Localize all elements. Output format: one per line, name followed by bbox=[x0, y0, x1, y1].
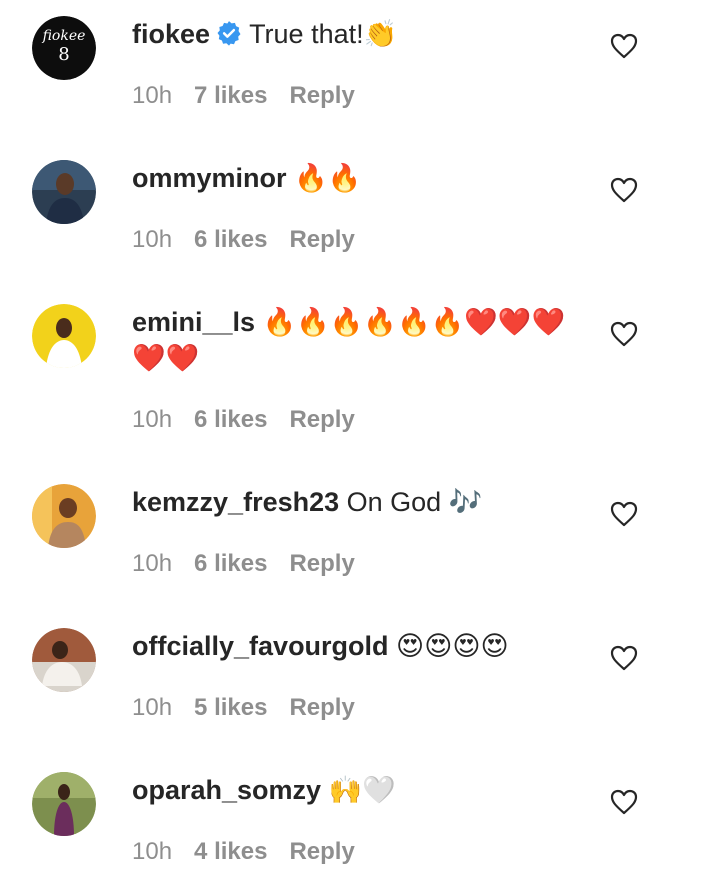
avatar[interactable] bbox=[32, 628, 96, 692]
reply-button[interactable]: Reply bbox=[289, 694, 354, 721]
timestamp: 10h bbox=[132, 838, 173, 865]
likes-count[interactable]: 5 likes bbox=[194, 694, 267, 721]
comment-body: kemzzy_fresh23 On God 🎶 bbox=[132, 484, 582, 520]
avatar[interactable] bbox=[32, 304, 96, 368]
svg-text:fiokee: fiokee bbox=[42, 28, 86, 44]
comment-body: oparah_somzy 🙌🤍 bbox=[132, 772, 582, 808]
avatar[interactable]: fiokee 8 bbox=[32, 16, 96, 80]
username[interactable]: emini__ls bbox=[132, 307, 255, 337]
timestamp: 10h bbox=[132, 550, 173, 577]
likes-count[interactable]: 4 likes bbox=[194, 838, 267, 865]
comment-meta: 10h 6 likes Reply bbox=[132, 550, 377, 578]
timestamp: 10h bbox=[132, 694, 173, 721]
comment-text: True that!👏 bbox=[249, 19, 398, 49]
avatar[interactable] bbox=[32, 484, 96, 548]
comment-text: 🔥🔥 bbox=[286, 163, 362, 193]
likes-count[interactable]: 7 likes bbox=[194, 82, 267, 109]
avatar[interactable] bbox=[32, 160, 96, 224]
comment-meta: 10h 5 likes Reply bbox=[132, 694, 377, 722]
comment-text: 🙌🤍 bbox=[321, 775, 396, 805]
reply-button[interactable]: Reply bbox=[289, 406, 354, 433]
heart-icon[interactable] bbox=[610, 177, 638, 203]
username[interactable]: kemzzy_fresh23 bbox=[132, 487, 339, 517]
comment-meta: 10h 4 likes Reply bbox=[132, 838, 377, 866]
comment-body: ommyminor 🔥🔥 bbox=[132, 160, 582, 196]
username[interactable]: offcially_favourgold bbox=[132, 631, 389, 661]
reply-button[interactable]: Reply bbox=[289, 838, 354, 865]
heart-icon[interactable] bbox=[610, 789, 638, 815]
comment-body: emini__ls 🔥🔥🔥🔥🔥🔥❤️❤️❤️❤️❤️ bbox=[132, 304, 582, 376]
heart-icon[interactable] bbox=[610, 645, 638, 671]
username[interactable]: fiokee bbox=[132, 19, 210, 49]
reply-button[interactable]: Reply bbox=[289, 226, 354, 253]
heart-icon[interactable] bbox=[610, 33, 638, 59]
username[interactable]: ommyminor bbox=[132, 163, 287, 193]
comment-text: 😍😍😍😍 bbox=[388, 631, 509, 661]
comment-body: fiokee True that!👏 bbox=[132, 16, 582, 52]
username[interactable]: oparah_somzy bbox=[132, 775, 321, 805]
heart-icon[interactable] bbox=[610, 501, 638, 527]
timestamp: 10h bbox=[132, 226, 173, 253]
likes-count[interactable]: 6 likes bbox=[194, 406, 267, 433]
svg-text:8: 8 bbox=[58, 44, 69, 65]
reply-button[interactable]: Reply bbox=[289, 82, 354, 109]
comment-meta: 10h 6 likes Reply bbox=[132, 406, 377, 434]
timestamp: 10h bbox=[132, 82, 173, 109]
likes-count[interactable]: 6 likes bbox=[194, 226, 267, 253]
reply-button[interactable]: Reply bbox=[289, 550, 354, 577]
avatar[interactable] bbox=[32, 772, 96, 836]
heart-icon[interactable] bbox=[610, 321, 638, 347]
comment-text: On God 🎶 bbox=[339, 487, 483, 517]
timestamp: 10h bbox=[132, 406, 173, 433]
comment-body: offcially_favourgold 😍😍😍😍 bbox=[132, 628, 582, 664]
comment-meta: 10h 7 likes Reply bbox=[132, 82, 377, 110]
likes-count[interactable]: 6 likes bbox=[194, 550, 267, 577]
comment-meta: 10h 6 likes Reply bbox=[132, 226, 377, 254]
verified-badge-icon bbox=[216, 20, 242, 46]
